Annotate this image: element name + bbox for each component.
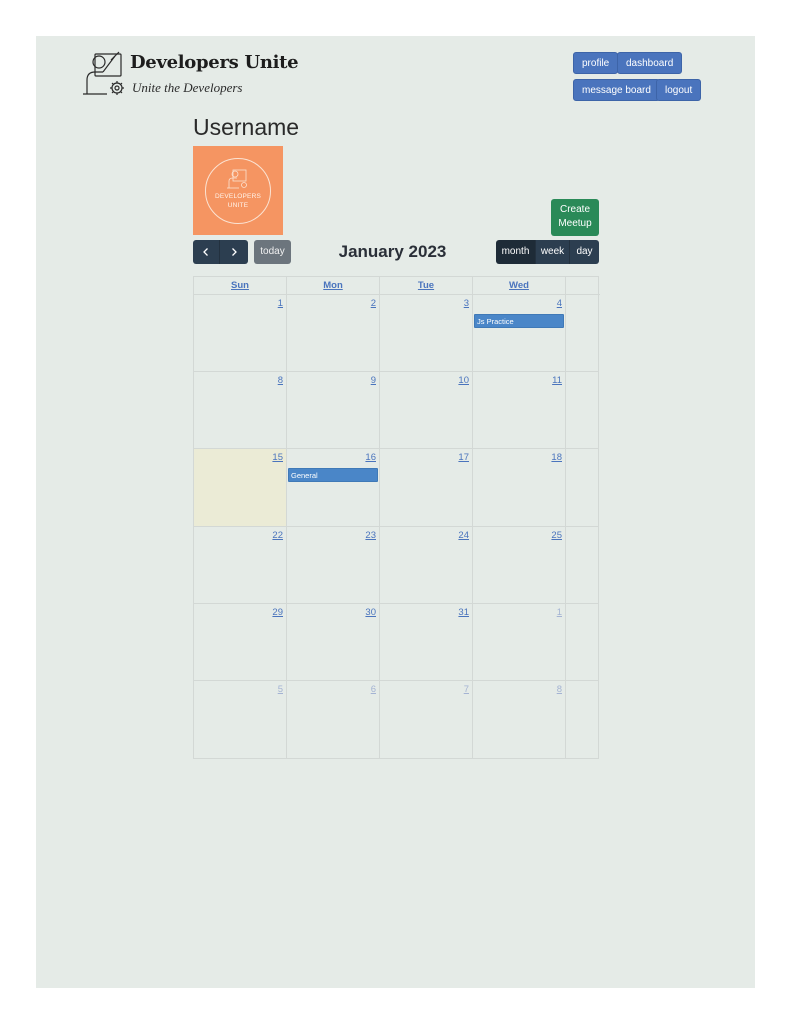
next-button[interactable] [220, 240, 248, 264]
calendar-day-cell[interactable]: 3 [380, 295, 472, 372]
day-number[interactable]: 31 [458, 607, 469, 618]
view-switcher: month week day [496, 240, 599, 264]
calendar-day-cell[interactable]: 29 [194, 604, 286, 681]
calendar-grid: Sun Mon Tue Wed 1 2 3 4 Js Practice 8 9 10 11 15 1… [193, 276, 600, 759]
day-number[interactable]: 7 [464, 684, 469, 695]
view-day-button[interactable]: day [570, 240, 599, 264]
avatar-text: DEVELOPERS UNITE [193, 192, 283, 210]
day-number[interactable]: 4 [557, 298, 562, 309]
calendar-day-cell[interactable]: 8 [194, 372, 286, 449]
calendar-event[interactable]: General [288, 468, 378, 483]
calendar-day-cell[interactable]: 24 [380, 527, 472, 604]
page-title: Username [193, 114, 300, 140]
developer-gear-icon [81, 50, 127, 98]
calendar-day-cell[interactable]: 18 [473, 449, 565, 526]
calendar-day-cell[interactable]: 7 [380, 681, 472, 758]
day-number[interactable]: 9 [371, 375, 376, 386]
day-number[interactable]: 8 [278, 375, 283, 386]
create-meetup-label-line2: Meetup [558, 218, 592, 229]
day-of-week-header: Sun Mon Tue Wed [194, 277, 600, 295]
day-number[interactable]: 23 [365, 530, 376, 541]
calendar-day-cell[interactable]: 16 General [287, 449, 379, 526]
calendar-day-cell[interactable]: 8 [473, 681, 565, 758]
day-number[interactable]: 30 [365, 607, 376, 618]
dashboard-button[interactable]: dashboard [617, 52, 683, 74]
avatar-text-line2: UNITE [227, 202, 249, 209]
brand-title: Developers Unite [130, 52, 299, 73]
calendar-day-cell[interactable]: 23 [287, 527, 379, 604]
day-number[interactable]: 16 [365, 452, 376, 463]
calendar-day-cell[interactable]: 9 [287, 372, 379, 449]
calendar-day-cell[interactable]: 5 [194, 681, 286, 758]
prev-next-group [193, 240, 248, 264]
day-number[interactable]: 8 [557, 684, 562, 695]
day-number[interactable]: 22 [272, 530, 283, 541]
calendar-event[interactable]: Js Practice [474, 314, 564, 328]
view-week-button[interactable]: week [536, 240, 570, 264]
message-board-button[interactable]: message board [573, 79, 660, 101]
page: Developers Unite Unite the Developers pr… [36, 36, 755, 988]
create-meetup-label-line1: Create [559, 204, 590, 215]
chevron-right-icon [232, 248, 237, 256]
profile-button[interactable]: profile [573, 52, 619, 74]
day-number[interactable]: 1 [278, 298, 283, 309]
day-number[interactable]: 17 [458, 452, 469, 463]
day-number[interactable]: 2 [371, 298, 376, 309]
chevron-left-icon [203, 248, 208, 256]
day-number[interactable]: 24 [458, 530, 469, 541]
calendar-day-cell[interactable]: 11 [473, 372, 565, 449]
prev-button[interactable] [193, 240, 220, 264]
calendar-day-cell[interactable]: 6 [287, 681, 379, 758]
dow-mon[interactable]: Mon [287, 277, 379, 294]
day-number[interactable]: 11 [552, 375, 562, 386]
day-number[interactable]: 5 [278, 684, 283, 695]
create-meetup-button[interactable]: Create Meetup [551, 199, 599, 236]
brand[interactable]: Developers Unite Unite the Developers [81, 50, 301, 100]
calendar-day-cell[interactable]: 31 [380, 604, 472, 681]
day-number[interactable]: 6 [371, 684, 376, 695]
dow-tue[interactable]: Tue [380, 277, 472, 294]
calendar-day-cell[interactable]: 30 [287, 604, 379, 681]
logout-button[interactable]: logout [656, 79, 702, 101]
avatar: DEVELOPERS UNITE [193, 146, 283, 235]
day-number[interactable]: 29 [272, 607, 283, 618]
calendar-day-cell[interactable]: 17 [380, 449, 472, 526]
view-month-button[interactable]: month [496, 240, 536, 264]
calendar-day-cell-today[interactable]: 15 [194, 449, 286, 527]
calendar-title: January 2023 [338, 242, 447, 261]
brand-tagline: Unite the Developers [132, 80, 243, 95]
day-number[interactable]: 18 [551, 452, 562, 463]
calendar-day-cell[interactable]: 1 [194, 295, 286, 372]
day-number[interactable]: 1 [557, 607, 562, 618]
dow-sun[interactable]: Sun [194, 277, 286, 294]
grid-column-divider [565, 277, 566, 758]
today-button[interactable]: today [254, 240, 291, 264]
calendar-day-cell[interactable]: 10 [380, 372, 472, 449]
day-number[interactable]: 3 [464, 298, 469, 309]
day-number[interactable]: 15 [272, 452, 283, 463]
calendar-day-cell[interactable]: 25 [473, 527, 565, 604]
calendar-day-cell[interactable]: 22 [194, 527, 286, 604]
calendar-day-cell[interactable]: 2 [287, 295, 379, 372]
calendar-day-cell[interactable]: 1 [473, 604, 565, 681]
day-number[interactable]: 25 [551, 530, 562, 541]
dow-wed[interactable]: Wed [473, 277, 565, 294]
avatar-text-line1: DEVELOPERS [214, 193, 262, 200]
day-number[interactable]: 10 [458, 375, 469, 386]
calendar-day-cell[interactable]: 4 Js Practice [473, 295, 565, 372]
avatar-logo-icon [227, 169, 247, 189]
